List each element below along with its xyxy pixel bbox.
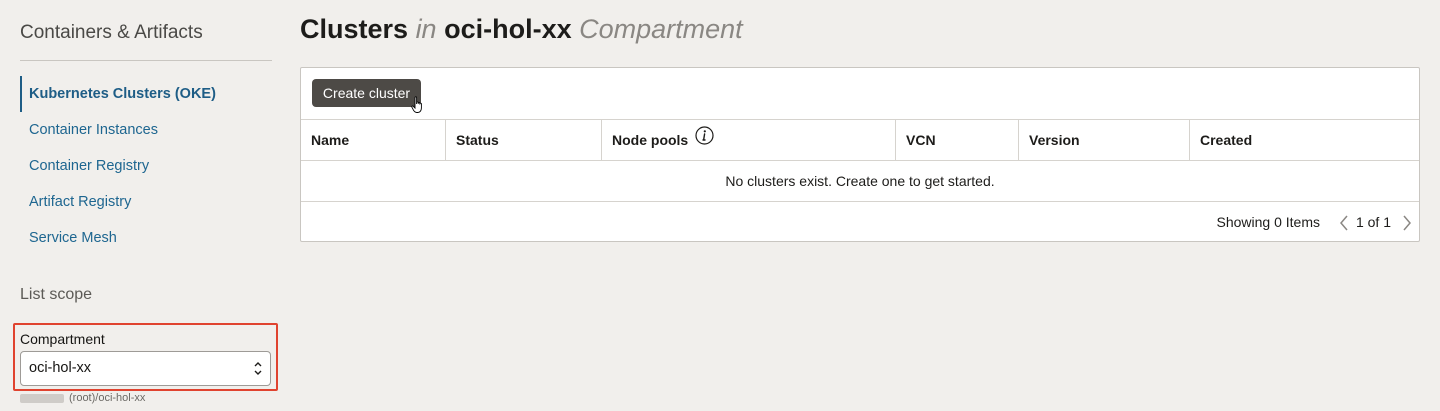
create-cluster-button[interactable]: Create cluster [312,79,421,107]
column-header-name[interactable]: Name [301,120,446,160]
column-header-node-pools[interactable]: Node pools [602,120,896,160]
clusters-table-panel: Create cluster Name Status Node pools VC… [300,67,1420,242]
compartment-label: Compartment [20,331,105,347]
page-title-resource: Clusters [300,14,409,44]
page-title-compartment-word: Compartment [579,14,743,44]
redacted-tenancy [20,393,64,403]
select-chevrons-icon [253,352,263,385]
table-header: Name Status Node pools VCN Version Creat… [301,119,1419,161]
list-scope-heading: List scope [20,286,93,303]
sidebar-nav: Kubernetes Clusters (OKE) Container Inst… [20,76,272,256]
column-header-status[interactable]: Status [446,120,602,160]
sidebar-item-service-mesh[interactable]: Service Mesh [20,220,272,256]
sidebar-divider [20,60,272,61]
page-title-compartment-name: oci-hol-xx [444,14,572,44]
sidebar: Containers & Artifacts Kubernetes Cluste… [0,0,290,411]
column-header-created[interactable]: Created [1190,120,1419,160]
compartment-select[interactable]: oci-hol-xx [20,351,271,386]
page-title: Clusters in oci-hol-xx Compartment [300,14,743,45]
page-title-in: in [415,14,437,44]
items-count: Showing 0 Items [1216,214,1321,230]
column-header-vcn[interactable]: VCN [896,120,1019,160]
page-info: 1 of 1 [1355,214,1391,230]
column-header-version[interactable]: Version [1019,120,1190,160]
info-icon[interactable] [695,120,714,160]
chevron-left-icon[interactable] [1339,215,1349,236]
compartment-select-value: oci-hol-xx [29,360,92,376]
table-footer: Showing 0 Items 1 of 1 [301,202,1419,242]
sidebar-title: Containers & Artifacts [20,22,203,43]
compartment-path-text: (root)/oci-hol-xx [69,392,146,404]
chevron-right-icon[interactable] [1402,215,1412,236]
hand-cursor-icon [411,96,425,119]
sidebar-item-artifact-registry[interactable]: Artifact Registry [20,184,272,220]
sidebar-item-kubernetes-clusters[interactable]: Kubernetes Clusters (OKE) [20,76,272,112]
sidebar-item-container-instances[interactable]: Container Instances [20,112,272,148]
empty-state-message: No clusters exist. Create one to get sta… [301,161,1419,202]
sidebar-item-container-registry[interactable]: Container Registry [20,148,272,184]
compartment-path: (root)/oci-hol-xx [20,392,145,404]
